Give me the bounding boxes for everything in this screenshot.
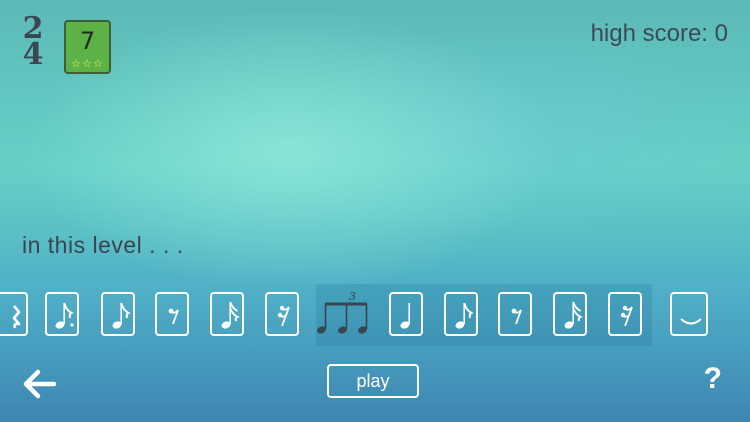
help-button[interactable]: ? [704,362,722,396]
eighth-note-icon[interactable] [101,292,135,336]
play-button[interactable]: play [327,364,419,398]
back-button[interactable] [20,368,58,400]
tie-icon[interactable] [670,292,708,336]
dotted-eighth-note-icon[interactable] [45,292,79,336]
level-number: 7 [79,27,96,55]
eighth-note-icon[interactable] [444,292,478,336]
quarter-note-icon[interactable] [389,292,423,336]
time-signature: 2 4 [20,14,46,72]
sixteenth-rest-icon[interactable] [608,292,642,336]
sixteenth-rest-icon[interactable] [265,292,299,336]
eighth-rest-icon[interactable] [155,292,189,336]
high-score: high score: 0 [590,20,728,47]
level-badge: 7 ☆☆☆ [64,20,111,74]
note-strip: 3 [0,284,750,346]
eighth-rest-icon[interactable] [498,292,532,336]
sixteenth-note-icon[interactable] [553,292,587,336]
time-signature-bottom: 4 [22,37,44,72]
level-stars-icon: ☆☆☆ [71,57,104,70]
back-arrow-icon [23,369,57,399]
level-intro-text: in this level . . . [22,232,184,258]
quarter-rest-icon[interactable] [0,292,28,336]
triplet-label: 3 [349,290,356,303]
eighth-note-triplet-icon[interactable]: 3 [316,284,376,346]
sixteenth-note-icon[interactable] [210,292,244,336]
